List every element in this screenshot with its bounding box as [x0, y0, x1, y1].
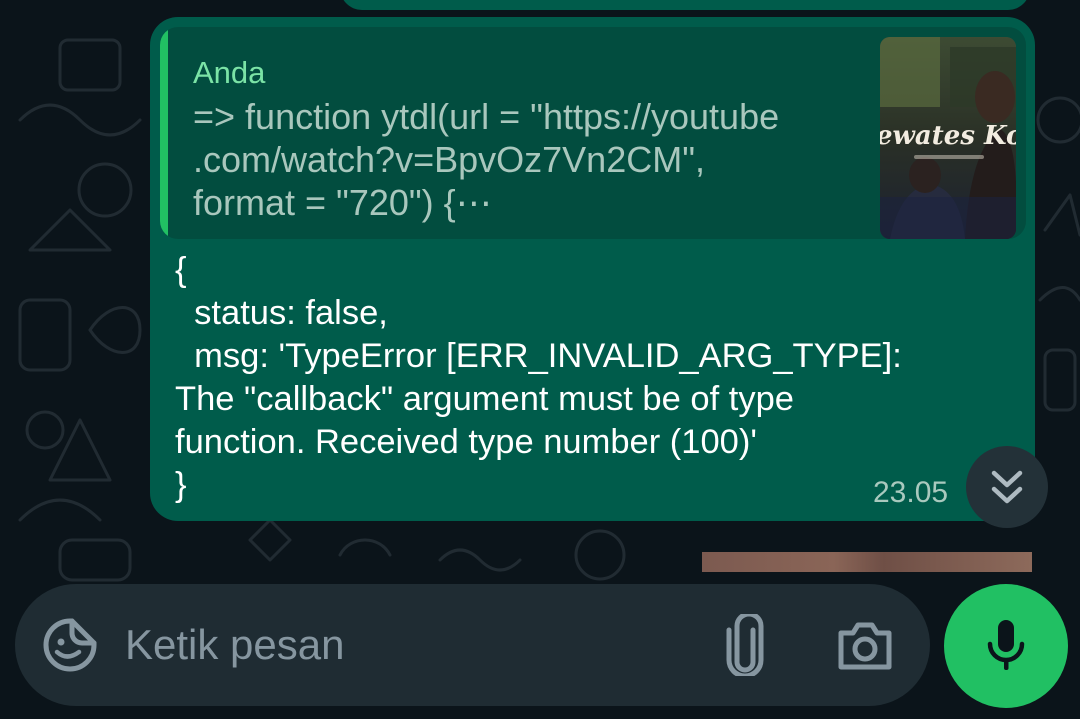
quoted-reply[interactable]: Anda => function ytdl(url = "https://you…	[160, 27, 1026, 239]
paperclip-icon[interactable]	[723, 614, 767, 676]
message-composer	[15, 584, 930, 706]
message-timestamp: 23.05	[873, 476, 949, 509]
quote-text: => function ytdl(url = "https://youtube …	[193, 96, 780, 223]
sticker-smiley-icon[interactable]	[42, 617, 98, 673]
scroll-to-bottom-button[interactable]	[966, 446, 1048, 528]
thumbnail-subcaption	[914, 155, 984, 159]
quote-thumbnail: ewates Kon	[880, 37, 1016, 239]
message-text: { status: false, msg: 'TypeError [ERR_IN…	[175, 251, 902, 504]
camera-icon[interactable]	[837, 619, 893, 671]
quote-accent-bar	[160, 27, 168, 239]
double-chevron-down-icon	[991, 470, 1023, 504]
message-input[interactable]	[125, 610, 685, 680]
voice-message-button[interactable]	[944, 584, 1068, 708]
thumbnail-caption: ewates Kon	[880, 121, 1016, 151]
microphone-icon	[987, 620, 1025, 670]
previous-message-bubble-edge	[340, 0, 1030, 10]
quote-author: Anda	[193, 55, 266, 90]
next-message-media-peek	[702, 552, 1032, 572]
outgoing-message-bubble[interactable]: Anda => function ytdl(url = "https://you…	[150, 17, 1035, 521]
